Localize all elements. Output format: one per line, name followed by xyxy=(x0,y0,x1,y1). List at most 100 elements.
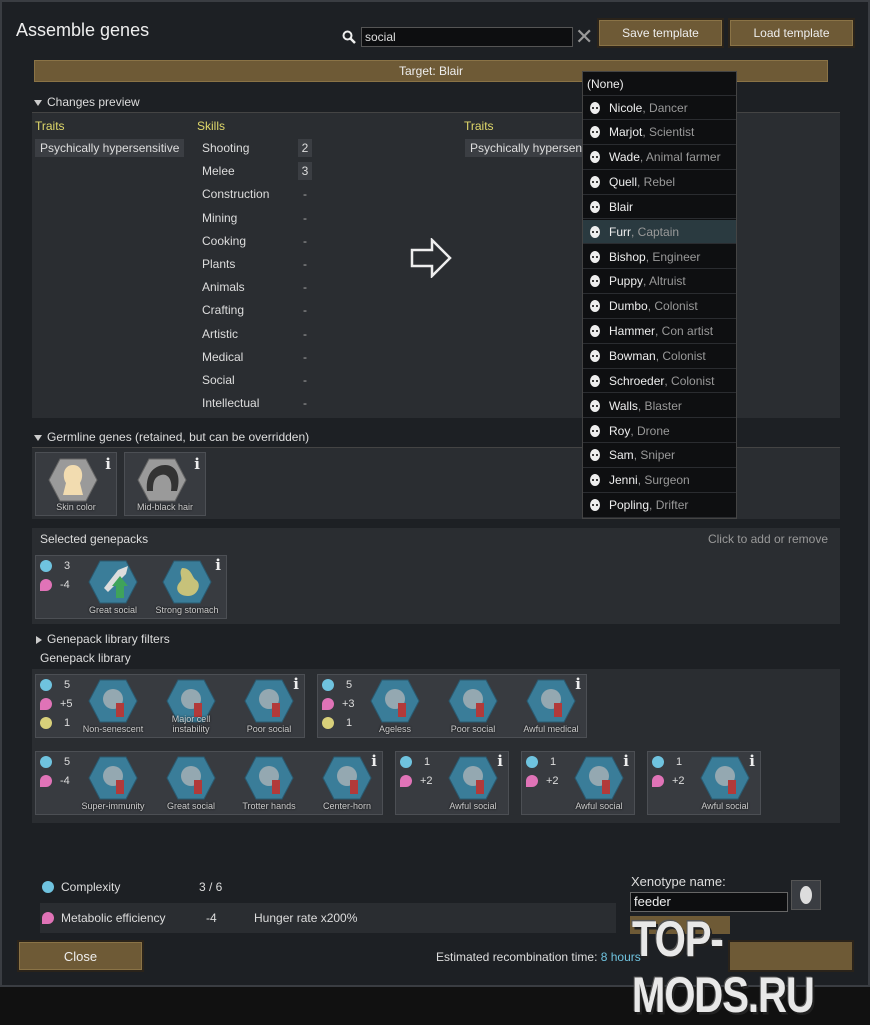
pawn-name: Puppy xyxy=(609,274,644,289)
genepack-card[interactable]: 5 +5 1 Non-senescent Major cell instabilit… xyxy=(35,674,305,738)
pawn-icon xyxy=(590,424,600,437)
traits-header: Traits xyxy=(35,119,65,133)
info-icon[interactable]: i xyxy=(105,455,111,473)
assemble-genes-window: Assemble genes social ✕ Save template Lo… xyxy=(0,0,870,1023)
gene-label: Mid-black hair xyxy=(136,502,194,512)
dropdown-item[interactable]: Hammer, Con artist xyxy=(583,320,736,344)
skill-name: Intellectual xyxy=(202,396,260,411)
dropdown-item[interactable]: Bishop, Engineer xyxy=(583,245,736,270)
xenotype-icon xyxy=(800,886,812,904)
xenotype-icon-button[interactable] xyxy=(791,880,821,910)
skill-value: - xyxy=(303,257,307,271)
great-social-icon xyxy=(88,560,138,604)
pawn-role: , Drone xyxy=(630,423,670,438)
metabolic-value: -4 xyxy=(60,775,70,787)
metabolic-icon xyxy=(40,579,52,591)
xenotype-name-input[interactable]: feeder xyxy=(630,892,788,912)
selected-genepack[interactable]: 3 -4 Great social Strong stomach i xyxy=(35,555,227,619)
pawn-role: , Colonist xyxy=(655,349,706,363)
gene-slot: Major cell instability xyxy=(154,677,228,737)
dropdown-item[interactable]: Wade, Animal farmer xyxy=(583,146,736,170)
gene-card-hair[interactable]: i Mid-black hair xyxy=(124,452,206,516)
info-icon[interactable]: i xyxy=(575,675,581,693)
dropdown-item[interactable]: Walls, Blaster xyxy=(583,394,736,419)
dropdown-item[interactable]: Roy, Drone xyxy=(583,419,736,444)
pawn-name: Hammer xyxy=(609,324,656,339)
gene-icon xyxy=(574,756,624,800)
genepack-card[interactable]: 1 +2 Awful social i xyxy=(395,751,509,815)
skill-name: Crafting xyxy=(202,303,245,318)
pawn-name: Sam xyxy=(609,448,634,463)
dropdown-item[interactable]: Jenni, Surgeon xyxy=(583,469,736,493)
gene-slot: Trotter hands xyxy=(232,754,306,814)
pawn-icon xyxy=(590,399,600,412)
metabolic-total: -4 xyxy=(206,911,217,925)
info-icon[interactable]: i xyxy=(623,752,629,770)
dropdown-item[interactable]: Nicole, Dancer xyxy=(583,96,736,120)
pawn-name: Popling xyxy=(609,498,650,513)
pawn-icon xyxy=(590,499,600,512)
info-icon[interactable]: i xyxy=(371,752,377,770)
gene-icon xyxy=(322,756,372,800)
dropdown-item[interactable]: Blair xyxy=(583,195,736,220)
dropdown-item[interactable]: Quell, Rebel xyxy=(583,171,736,195)
genepack-card[interactable]: 1 +2 Awful social i xyxy=(521,751,635,815)
skill-name: Mining xyxy=(202,210,238,225)
hunger-rate: Hunger rate x200% xyxy=(254,911,358,925)
pawn-icon xyxy=(590,126,600,139)
dropdown-item[interactable]: Marjot, Scientist xyxy=(583,121,736,145)
metabolic-value: +5 xyxy=(60,698,73,710)
dropdown-item[interactable]: Puppy, Altruist xyxy=(583,270,736,294)
pawn-name: Walls xyxy=(609,398,638,413)
recombination-time: Estimated recombination time: 8 hours xyxy=(436,950,641,964)
metabolic-icon xyxy=(40,775,52,787)
genepack-card[interactable]: 5 +3 1 Ageless Poor social Awful medical i xyxy=(317,674,587,738)
genepack-card[interactable]: 1 +2 Awful social i xyxy=(647,751,761,815)
pawn-icon xyxy=(590,300,600,313)
metabolic-value: +3 xyxy=(342,698,355,710)
dropdown-item[interactable]: Schroeder, Colonist xyxy=(583,369,736,394)
dropdown-item[interactable]: Bowman, Colonist xyxy=(583,345,736,369)
gene-label: Center-horn xyxy=(322,801,372,811)
pawn-role: , Drifter xyxy=(649,498,689,513)
library-filters-label: Genepack library filters xyxy=(47,632,170,646)
pawn-name: Furr xyxy=(609,224,631,239)
dropdown-item[interactable]: Furr, Captain xyxy=(583,220,736,245)
search-input[interactable]: social xyxy=(361,27,573,47)
complexity-icon xyxy=(322,679,334,691)
complexity-value: 5 xyxy=(64,679,71,691)
complexity-value: 1 xyxy=(676,756,683,768)
pawn-name: Blair xyxy=(609,199,634,214)
pawn-name: Roy xyxy=(609,423,631,438)
skill-value: - xyxy=(303,280,307,295)
dropdown-item[interactable]: Dumbo, Colonist xyxy=(583,295,736,319)
dropdown-item[interactable]: Popling, Drifter xyxy=(583,494,736,518)
changes-preview-header[interactable]: Changes preview xyxy=(34,95,140,109)
skill-value: - xyxy=(303,349,307,364)
archite-value: 1 xyxy=(64,717,71,729)
complexity-label: Complexity xyxy=(61,880,121,894)
info-icon[interactable]: i xyxy=(293,675,299,693)
germline-header[interactable]: Germline genes (retained, but can be ove… xyxy=(34,430,309,444)
library-filters-header[interactable]: Genepack library filters xyxy=(36,632,170,646)
pawn-name: Jenni xyxy=(609,473,638,488)
pawn-role: , Surgeon xyxy=(637,473,690,488)
info-icon[interactable]: i xyxy=(749,752,755,770)
skill-name: Cooking xyxy=(202,233,247,248)
dropdown-item-none[interactable]: (None) xyxy=(583,72,736,96)
info-icon[interactable]: i xyxy=(497,752,503,770)
skill-name: Plants xyxy=(202,257,236,271)
gene-label: Skin color xyxy=(56,502,96,512)
close-button[interactable]: Close xyxy=(17,940,144,972)
genepack-card[interactable]: 5 -4 Super-immunity Great social Trotter … xyxy=(35,751,383,815)
load-template-button[interactable]: Load template xyxy=(728,18,855,48)
gene-label: Great social xyxy=(88,605,138,615)
save-template-button[interactable]: Save template xyxy=(597,18,724,48)
info-icon[interactable]: i xyxy=(215,556,221,574)
dropdown-item[interactable]: Sam, Sniper xyxy=(583,444,736,468)
gene-label: Poor social xyxy=(450,724,496,734)
info-icon[interactable]: i xyxy=(194,455,200,473)
gene-card-skin-color[interactable]: i Skin color xyxy=(35,452,117,516)
close-icon[interactable]: ✕ xyxy=(575,26,595,48)
gene-slot: Super-immunity xyxy=(76,754,150,814)
